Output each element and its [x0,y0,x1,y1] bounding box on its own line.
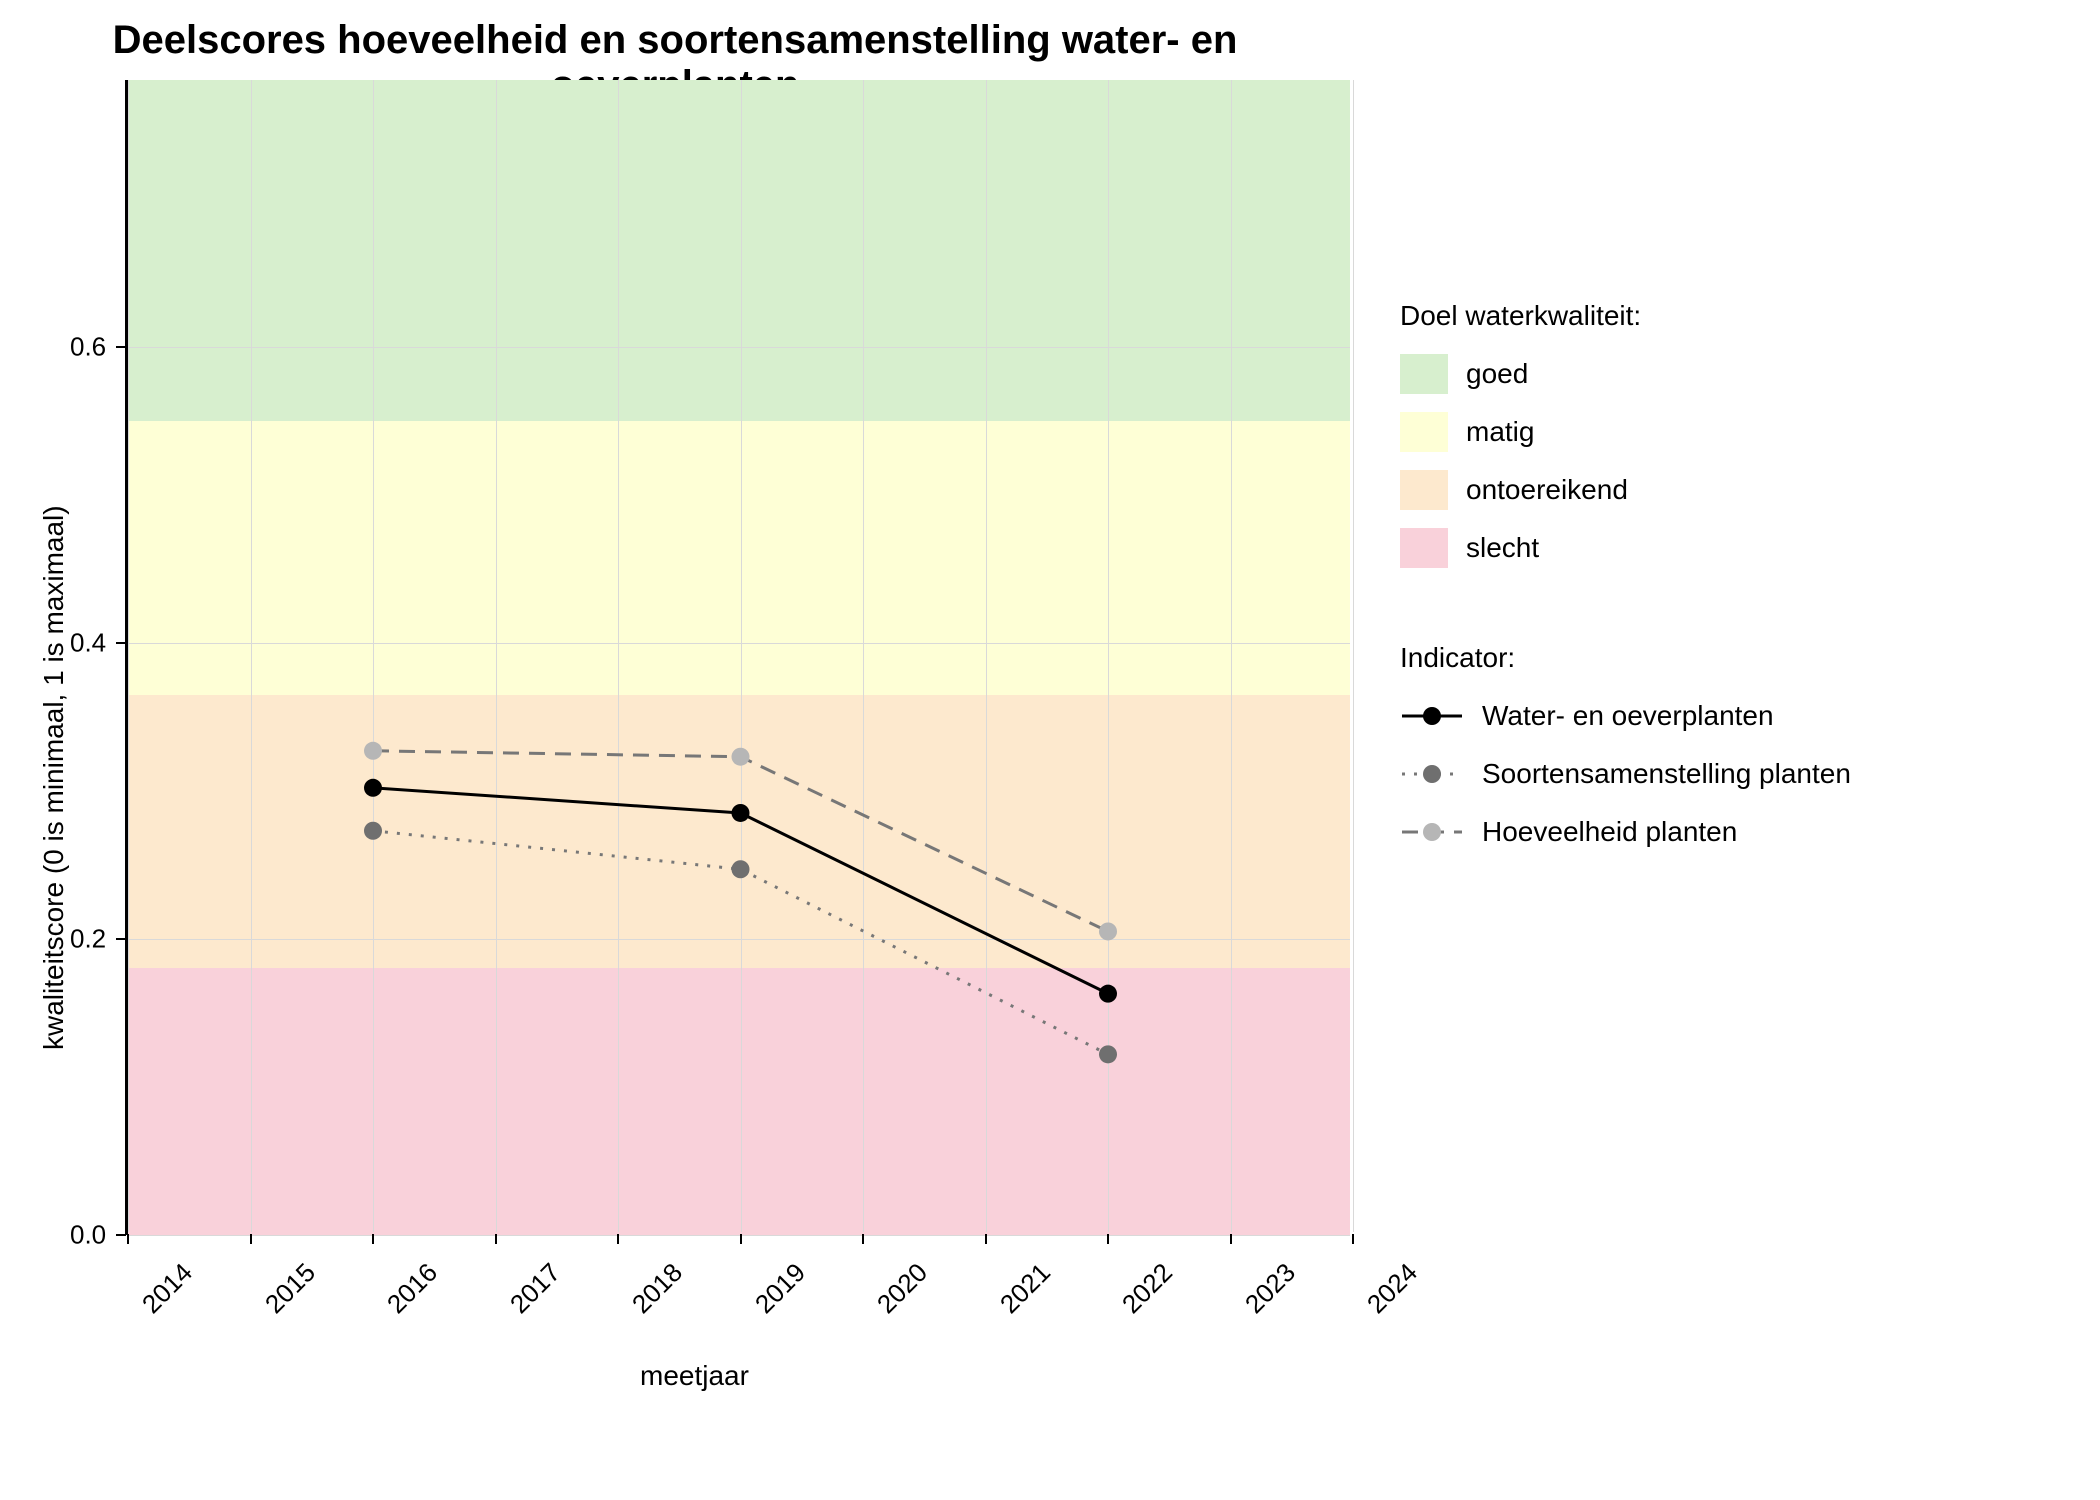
legend-band-item: matig [1400,408,2050,456]
x-axis-title: meetjaar [640,1360,749,1392]
y-tick-label: 0.6 [70,331,115,362]
legend-series-item: Hoeveelheid planten [1400,808,2050,856]
legend-series-items: Water- en oeverplanten Soortensamenstelli… [1400,692,2050,856]
y-axis-title: kwaliteitscore (0 is minimaal, 1 is maxi… [38,505,70,1050]
legend-swatch [1400,470,1448,510]
legend-swatch [1400,528,1448,568]
legend-series-label: Hoeveelheid planten [1482,816,1737,848]
gridline-v [1353,80,1354,1232]
series-point [364,779,382,797]
series-point [1099,1045,1117,1063]
chart-container: Deelscores hoeveelheid en soortensamenst… [0,0,2100,1500]
plot-area [125,80,1350,1235]
legend-series-label: Water- en oeverplanten [1482,700,1774,732]
x-tick-label: 2022 [1116,1257,1179,1320]
x-tick-label: 2017 [503,1257,566,1320]
x-tick-label: 2019 [748,1257,811,1320]
series-point [364,822,382,840]
legend-swatch [1400,412,1448,452]
legend-band-item: ontoereikend [1400,466,2050,514]
legend-band-label: matig [1466,416,1534,448]
x-tick-label: 2020 [871,1257,934,1320]
legend-series-item: Soortensamenstelling planten [1400,750,2050,798]
x-tick-label: 2021 [993,1257,1056,1320]
x-tick-label: 2024 [1361,1257,1424,1320]
series-point [732,860,750,878]
legend-band-item: goed [1400,350,2050,398]
series-point [1099,922,1117,940]
legend-band-items: goed matig ontoereikend slecht [1400,350,2050,572]
legend-series-item: Water- en oeverplanten [1400,692,2050,740]
legend-band-title: Doel waterkwaliteit: [1400,300,2050,332]
legend-swatch [1400,354,1448,394]
x-tick-label: 2018 [626,1257,689,1320]
chart-lines-svg [128,80,1350,1232]
y-tick-label: 0.4 [70,627,115,658]
legend-series-title: Indicator: [1400,642,2050,674]
series-point [1099,985,1117,1003]
y-tick-label: 0.2 [70,923,115,954]
series-point [732,748,750,766]
legend-line-swatch [1400,696,1464,736]
legend-series-label: Soortensamenstelling planten [1482,758,1851,790]
x-tick-label: 2014 [136,1257,199,1320]
x-tick-label: 2015 [258,1257,321,1320]
legend-band-label: ontoereikend [1466,474,1628,506]
legend-band-item: slecht [1400,524,2050,572]
y-tick-label: 0.0 [70,1220,115,1251]
legend-band-label: goed [1466,358,1528,390]
legend-band-label: slecht [1466,532,1539,564]
legend: Doel waterkwaliteit: goed matig ontoereike… [1400,300,2050,866]
x-tick-label: 2016 [381,1257,444,1320]
legend-line-swatch [1400,754,1464,794]
series-point [732,804,750,822]
series-point [364,742,382,760]
legend-line-swatch [1400,812,1464,852]
x-tick-label: 2023 [1238,1257,1301,1320]
